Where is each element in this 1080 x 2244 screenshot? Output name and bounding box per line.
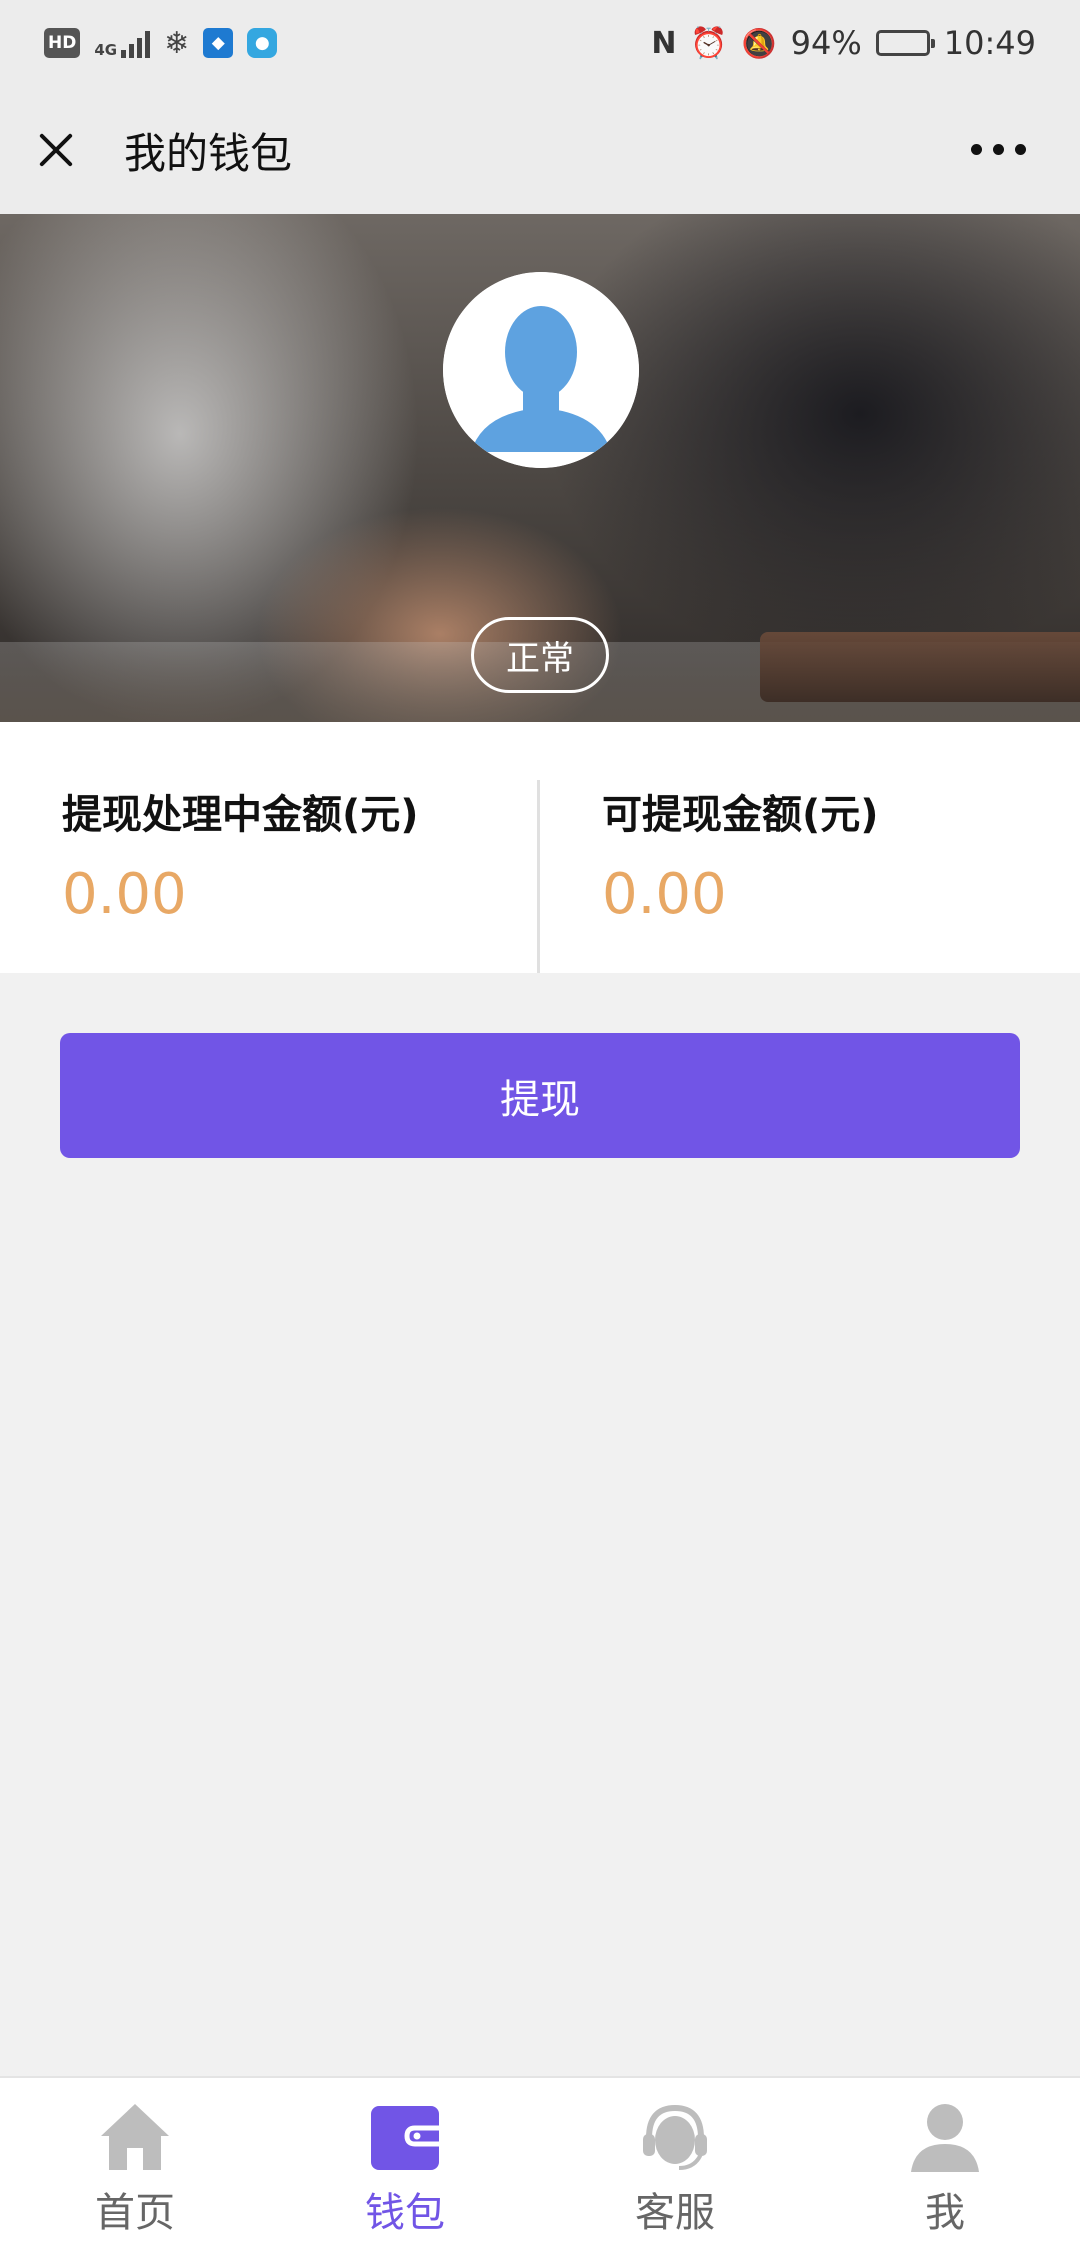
tab-customer-service[interactable]: 客服	[540, 2078, 810, 2244]
default-avatar-icon[interactable]	[443, 272, 639, 468]
status-badge: 正常	[471, 617, 609, 693]
home-icon	[95, 2096, 175, 2176]
signal-icon: 4G	[94, 28, 151, 59]
tab-home-label: 首页	[95, 2190, 175, 2236]
browser-icon: ●	[247, 28, 278, 58]
more-icon[interactable]	[971, 144, 1026, 155]
customer-service-icon	[635, 2096, 715, 2176]
available-balance-value: 0.00	[602, 862, 727, 927]
hero-background-book	[760, 632, 1080, 702]
processing-balance-label: 提现处理中金额(元)	[62, 792, 419, 838]
battery-icon	[875, 30, 935, 56]
available-balance-label: 可提现金额(元)	[602, 792, 879, 838]
status-bar: HD 4G ❄ ◆ ● N ⏰ 🔕 94% 10:49	[0, 0, 1080, 86]
hero-banner: 正常	[0, 214, 1080, 722]
nav-bar: 我的钱包	[0, 86, 1080, 214]
clock: 10:49	[943, 24, 1036, 62]
shield-icon: ◆	[203, 28, 234, 58]
tab-home[interactable]: 首页	[0, 2078, 270, 2244]
withdraw-button[interactable]: 提现	[60, 1033, 1020, 1158]
nfc-icon: N	[651, 25, 677, 61]
tab-me-label: 我	[925, 2190, 965, 2236]
balance-panel: 提现处理中金额(元) 0.00 可提现金额(元) 0.00	[0, 722, 1080, 973]
processing-balance: 提现处理中金额(元) 0.00	[0, 722, 540, 973]
tab-wallet[interactable]: 钱包	[270, 2078, 540, 2244]
tab-wallet-label: 钱包	[365, 2190, 445, 2236]
available-balance: 可提现金额(元) 0.00	[540, 722, 1080, 973]
user-icon	[905, 2096, 985, 2176]
close-icon[interactable]	[30, 125, 80, 175]
wallet-page: HD 4G ❄ ◆ ● N ⏰ 🔕 94% 10:49 我的钱包 正常 提现处理…	[0, 0, 1080, 2244]
network-type-label: 4G	[94, 41, 118, 59]
tab-bar: 首页 钱包 客服 我	[0, 2076, 1080, 2244]
tab-customer-service-label: 客服	[635, 2190, 715, 2236]
battery-percent: 94%	[790, 24, 862, 62]
status-bar-left: HD 4G ❄ ◆ ●	[44, 25, 278, 61]
tab-me[interactable]: 我	[810, 2078, 1080, 2244]
alarm-icon: ⏰	[690, 25, 728, 61]
app-icon: ❄	[164, 25, 190, 61]
mute-icon: 🔕	[741, 26, 777, 60]
page-title: 我的钱包	[124, 128, 293, 178]
hd-icon: HD	[44, 28, 81, 58]
status-bar-right: N ⏰ 🔕 94% 10:49	[651, 24, 1036, 62]
processing-balance-value: 0.00	[62, 862, 187, 927]
wallet-icon	[365, 2096, 445, 2176]
